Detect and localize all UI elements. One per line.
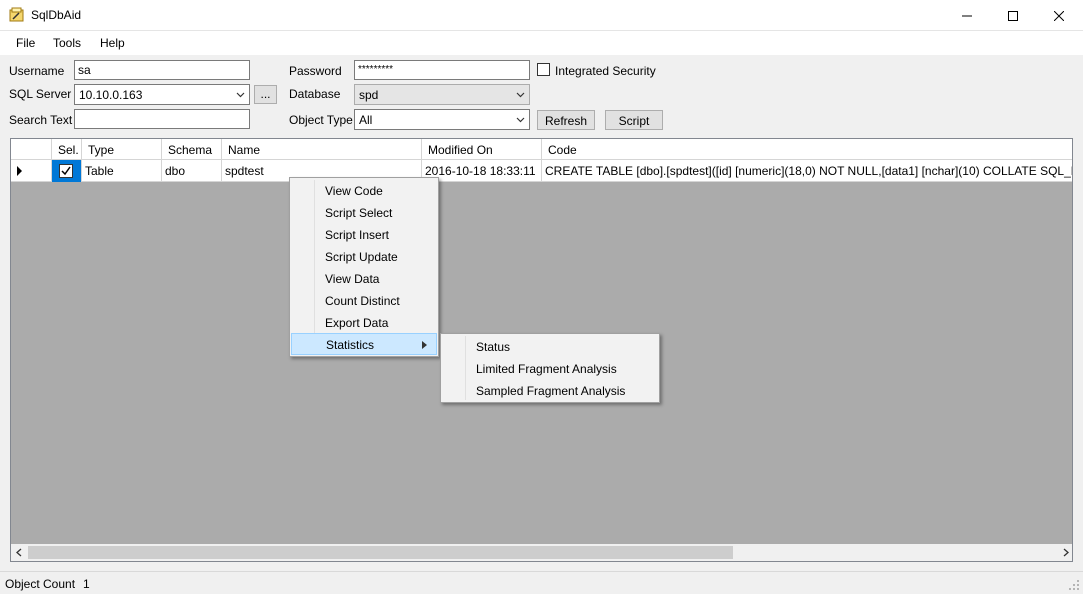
menu-item-limited-fragment-analysis[interactable]: Limited Fragment Analysis <box>443 358 617 380</box>
object-count-label: Object Count <box>5 577 76 591</box>
grid-header: Sel. Type Schema Name Modified On Code <box>11 139 1072 160</box>
app-icon <box>9 7 24 22</box>
minimize-icon <box>962 15 972 16</box>
menu-tools[interactable]: Tools <box>53 36 81 50</box>
menu-item-view-code[interactable]: View Code <box>292 180 383 202</box>
title-bar: SqlDbAid <box>0 0 1083 31</box>
column-header-modified[interactable]: Modified On <box>422 139 542 160</box>
menu-item-export-data[interactable]: Export Data <box>292 312 388 334</box>
chevron-down-icon <box>236 92 245 98</box>
column-header-schema[interactable]: Schema <box>162 139 222 160</box>
statistics-submenu: Status Limited Fragment Analysis Sampled… <box>440 333 660 403</box>
menu-item-count-distinct[interactable]: Count Distinct <box>292 290 400 312</box>
chevron-down-icon <box>516 92 525 98</box>
integrated-security-checkbox[interactable] <box>537 63 550 76</box>
menu-item-status[interactable]: Status <box>443 336 510 358</box>
window-title: SqlDbAid <box>31 8 82 22</box>
maximize-button[interactable] <box>990 0 1036 31</box>
server-label: SQL Server <box>9 87 72 101</box>
password-label: Password <box>289 64 342 78</box>
modified-cell[interactable]: 2016-10-18 18:33:11 <box>422 160 542 182</box>
row-pointer-icon <box>17 166 22 176</box>
sel-cell[interactable] <box>52 160 82 182</box>
minimize-button[interactable] <box>944 0 990 31</box>
column-header-sel[interactable]: Sel. <box>52 139 82 160</box>
resize-grip-icon[interactable] <box>1068 579 1080 591</box>
row-header[interactable] <box>11 160 52 182</box>
checkbox-icon[interactable] <box>59 164 73 178</box>
username-label: Username <box>9 64 65 78</box>
table-row[interactable]: Table dbo spdtest 2016-10-18 18:33:11 CR… <box>11 160 1072 182</box>
database-label: Database <box>289 87 341 101</box>
object-count-value: 1 <box>83 577 90 591</box>
username-input[interactable]: sa <box>74 60 250 80</box>
object-type-value: All <box>359 113 373 127</box>
status-bar: Object Count 1 <box>0 571 1083 594</box>
menu-file[interactable]: File <box>16 36 35 50</box>
integrated-security-label: Integrated Security <box>555 64 656 78</box>
menu-item-script-insert[interactable]: Script Insert <box>292 224 389 246</box>
script-button[interactable]: Script <box>605 110 663 130</box>
chevron-right-icon <box>422 341 427 349</box>
password-input[interactable]: ********* <box>354 60 530 80</box>
menu-item-view-data[interactable]: View Data <box>292 268 379 290</box>
context-menu: View Code Script Select Script Insert Sc… <box>289 177 439 357</box>
database-value: spd <box>359 88 379 102</box>
chevron-right-icon[interactable] <box>1057 544 1073 561</box>
chevron-left-icon[interactable] <box>11 544 28 561</box>
browse-server-button[interactable]: ... <box>254 85 277 104</box>
scrollbar-thumb[interactable] <box>28 546 733 559</box>
refresh-button[interactable]: Refresh <box>537 110 595 130</box>
code-cell[interactable]: CREATE TABLE [dbo].[spdtest]([id] [numer… <box>542 160 1072 182</box>
column-header-name[interactable]: Name <box>222 139 422 160</box>
object-type-label: Object Type <box>289 113 353 127</box>
horizontal-scrollbar[interactable] <box>11 544 1073 561</box>
type-cell[interactable]: Table <box>82 160 162 182</box>
server-combo[interactable]: 10.10.0.163 <box>74 84 250 105</box>
menu-item-script-select[interactable]: Script Select <box>292 202 392 224</box>
server-value: 10.10.0.163 <box>79 88 143 102</box>
menu-item-statistics[interactable]: Statistics <box>291 333 437 355</box>
maximize-icon <box>1008 10 1018 21</box>
close-icon <box>1054 10 1064 21</box>
search-label: Search Text <box>9 113 73 127</box>
menu-item-script-update[interactable]: Script Update <box>292 246 398 268</box>
menu-item-statistics-label: Statistics <box>326 338 375 352</box>
menu-help[interactable]: Help <box>100 36 125 50</box>
menu-item-sampled-fragment-analysis[interactable]: Sampled Fragment Analysis <box>443 380 625 402</box>
chevron-down-icon <box>516 117 525 123</box>
row-header-corner <box>11 139 52 160</box>
column-header-type[interactable]: Type <box>82 139 162 160</box>
object-type-combo[interactable]: All <box>354 109 530 130</box>
database-combo[interactable]: spd <box>354 84 530 105</box>
search-input[interactable] <box>74 109 250 129</box>
schema-cell[interactable]: dbo <box>162 160 222 182</box>
menu-bar: File Tools Help <box>0 31 1083 55</box>
close-button[interactable] <box>1036 0 1082 31</box>
column-header-code[interactable]: Code <box>542 139 1072 160</box>
